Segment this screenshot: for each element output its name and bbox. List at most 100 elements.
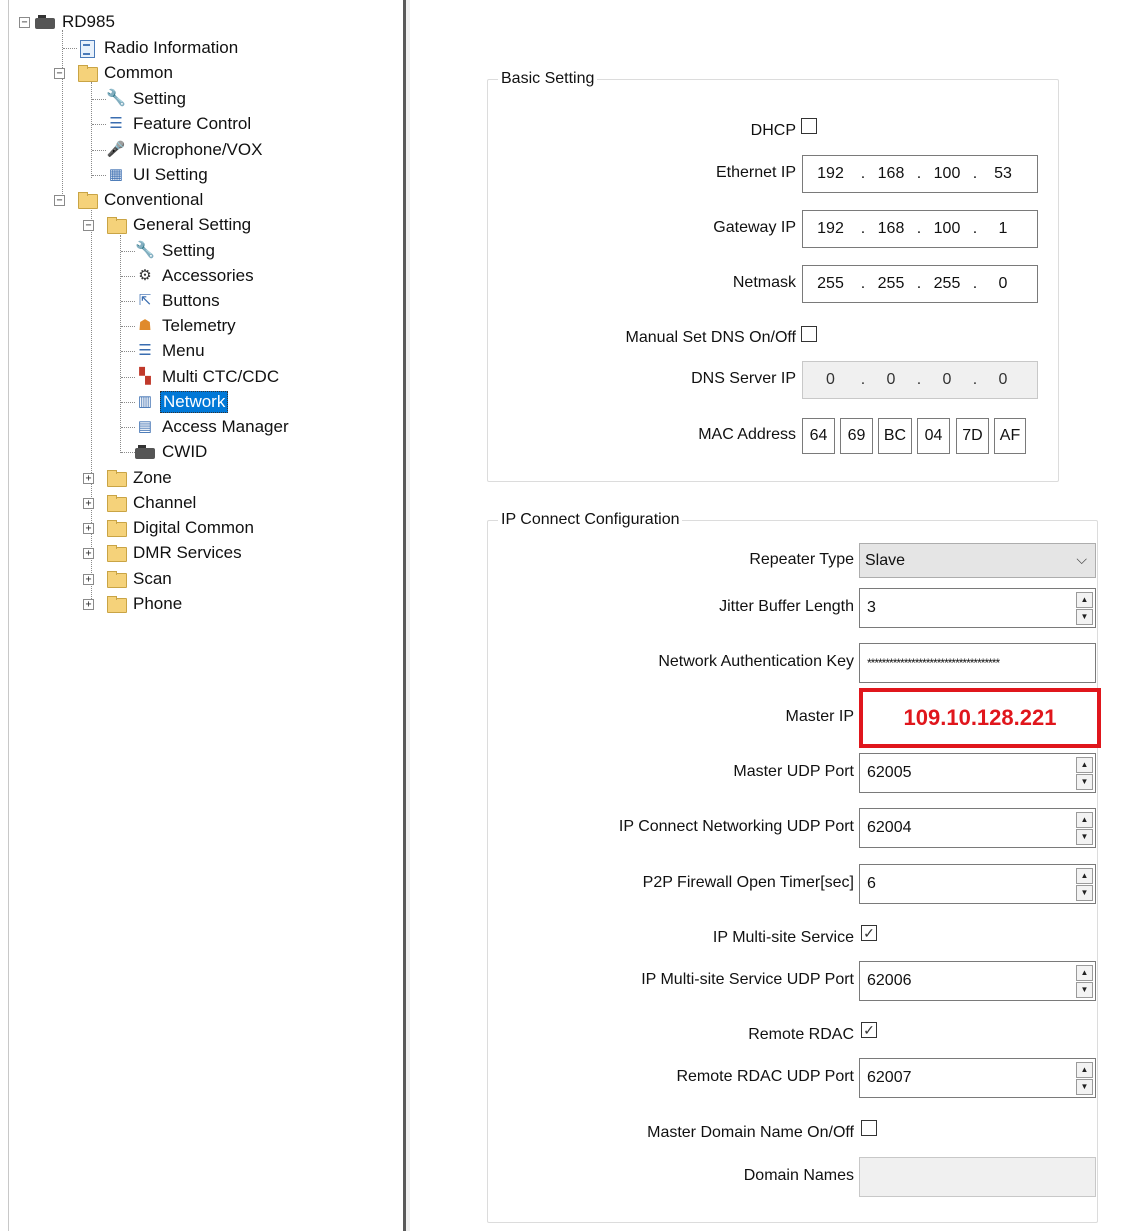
spin-down-icon[interactable]: ▼ — [1076, 982, 1093, 998]
ip-dot: . — [916, 220, 922, 237]
tree-line — [121, 326, 135, 327]
ip-dot: . — [972, 275, 978, 292]
jitter-buffer-spinner[interactable]: 3 ▲ ▼ — [859, 588, 1096, 628]
tree-node-gs-setting[interactable]: 🔧 Setting — [135, 239, 217, 263]
tree-line — [121, 402, 135, 403]
gateway-ip-field[interactable]: 192. 168. 100. 1 — [802, 210, 1038, 248]
tree-node-phone[interactable]: Phone — [106, 592, 184, 616]
dns-server-ip-field[interactable]: 0. 0. 0. 0 — [802, 361, 1038, 399]
tree-node-menu[interactable]: ☰ Menu — [135, 339, 207, 363]
ethernet-ip-field[interactable]: 192. 168. 100. 53 — [802, 155, 1038, 193]
netmask-field[interactable]: 255. 255. 255. 0 — [802, 265, 1038, 303]
spin-down-icon[interactable]: ▼ — [1076, 609, 1093, 625]
tree-node-general-setting[interactable]: General Setting — [106, 213, 253, 237]
manual-dns-checkbox[interactable] — [801, 326, 817, 342]
tree-node-conventional[interactable]: Conventional — [77, 188, 205, 212]
expand-icon[interactable]: + — [83, 523, 94, 534]
tree-node-scan[interactable]: Scan — [106, 567, 174, 591]
group-title: Basic Setting — [501, 70, 595, 87]
spinner-buttons: ▲ ▼ — [1076, 1062, 1093, 1095]
multisite-udp-port-spinner[interactable]: 62006 ▲ ▼ — [859, 961, 1096, 1001]
tree-node-dmr-services[interactable]: DMR Services — [106, 541, 244, 565]
document-icon — [77, 39, 97, 58]
tree-node-feature-control[interactable]: ☰ Feature Control — [106, 112, 253, 136]
wrench-icon: 🔧 — [135, 242, 155, 259]
tree-node-label: RD985 — [62, 12, 115, 31]
mac-octet-field[interactable]: 7D — [956, 418, 989, 454]
domain-names-field[interactable] — [859, 1157, 1096, 1197]
tree-node-common[interactable]: Common — [77, 61, 175, 85]
repeater-type-select[interactable]: Slave ⌵ — [859, 543, 1096, 578]
spin-down-icon[interactable]: ▼ — [1076, 885, 1093, 901]
expand-icon[interactable]: + — [83, 498, 94, 509]
spin-up-icon[interactable]: ▲ — [1076, 965, 1093, 981]
auth-key-field[interactable]: ************************************ — [859, 643, 1096, 683]
spin-down-icon[interactable]: ▼ — [1076, 774, 1093, 790]
tree-node-network[interactable]: ▥ Network — [135, 390, 229, 414]
spinner-value: 62005 — [867, 764, 912, 781]
multi-ctc-icon: ▚ — [139, 368, 151, 385]
tree-node-label: CWID — [162, 442, 208, 461]
domain-names-label: Domain Names — [743, 1167, 854, 1184]
tree-node-multi-ctc-cdc[interactable]: ▚ Multi CTC/CDC — [135, 365, 281, 389]
remote-rdac-udp-port-spinner[interactable]: 62007 ▲ ▼ — [859, 1058, 1096, 1098]
spin-up-icon[interactable]: ▲ — [1076, 1062, 1093, 1078]
mac-octet-field[interactable]: BC — [878, 418, 912, 454]
spin-up-icon[interactable]: ▲ — [1076, 757, 1093, 773]
access-manager-icon: ▤ — [137, 418, 153, 435]
mac-octet-field[interactable]: 04 — [917, 418, 950, 454]
tree-node-radio-information[interactable]: Radio Information — [77, 36, 240, 60]
mac-octet-field[interactable]: 64 — [802, 418, 835, 454]
tree-node-label: Access Manager — [162, 417, 289, 436]
master-udp-port-spinner[interactable]: 62005 ▲ ▼ — [859, 753, 1096, 793]
spin-down-icon[interactable]: ▼ — [1076, 1079, 1093, 1095]
expand-icon[interactable]: + — [83, 599, 94, 610]
spin-down-icon[interactable]: ▼ — [1076, 829, 1093, 845]
navigation-tree[interactable]: − RD985 Radio Information − Common 🔧 Set… — [8, 0, 404, 1231]
tree-node-accessories[interactable]: ⚙ Accessories — [135, 264, 256, 288]
master-domain-name-checkbox[interactable] — [861, 1120, 877, 1136]
spin-up-icon[interactable]: ▲ — [1076, 812, 1093, 828]
collapse-icon[interactable]: − — [54, 195, 65, 206]
expand-icon[interactable]: + — [83, 473, 94, 484]
tree-node-digital-common[interactable]: Digital Common — [106, 516, 256, 540]
tree-node-microphone-vox[interactable]: 🎤 Microphone/VOX — [106, 138, 264, 162]
ip-connect-udp-port-spinner[interactable]: 62004 ▲ ▼ — [859, 808, 1096, 848]
folder-open-icon — [77, 64, 98, 82]
collapse-icon[interactable]: − — [19, 17, 30, 28]
tree-node-label: Multi CTC/CDC — [162, 367, 280, 386]
dhcp-checkbox[interactable] — [801, 118, 817, 134]
ip-dot: . — [972, 220, 978, 237]
ip-octet: 0 — [886, 371, 896, 388]
tree-node-label: Accessories — [162, 266, 254, 285]
tree-node-label: Zone — [133, 468, 172, 487]
expand-icon[interactable]: + — [83, 574, 94, 585]
tree-node-access-manager[interactable]: ▤ Access Manager — [135, 415, 291, 439]
tree-node-ui-setting[interactable]: ▦ UI Setting — [106, 163, 210, 187]
collapse-icon[interactable]: − — [54, 68, 65, 79]
remote-rdac-checkbox[interactable]: ✓ — [861, 1022, 877, 1038]
collapse-icon[interactable]: − — [83, 220, 94, 231]
mac-octet-field[interactable]: 69 — [840, 418, 873, 454]
tree-node-telemetry[interactable]: ☗ Telemetry — [135, 314, 238, 338]
tree-node-rd985[interactable]: RD985 — [35, 10, 117, 34]
spin-up-icon[interactable]: ▲ — [1076, 592, 1093, 608]
auth-key-label: Network Authentication Key — [658, 653, 854, 670]
expand-icon[interactable]: + — [83, 548, 94, 559]
tree-node-buttons[interactable]: ⇱ Buttons — [135, 289, 222, 313]
tree-node-label: DMR Services — [133, 543, 242, 562]
ip-connect-udp-port-label: IP Connect Networking UDP Port — [618, 818, 854, 835]
master-ip-field[interactable]: 109.10.128.221 — [859, 688, 1101, 748]
tree-node-channel[interactable]: Channel — [106, 491, 198, 515]
tree-node-label: Telemetry — [162, 316, 236, 335]
mac-octet-field[interactable]: AF — [994, 418, 1026, 454]
chevron-down-icon[interactable]: ⌵ — [1076, 551, 1087, 568]
multisite-service-checkbox[interactable]: ✓ — [861, 925, 877, 941]
tree-node-common-setting[interactable]: 🔧 Setting — [106, 87, 188, 111]
tree-node-zone[interactable]: Zone — [106, 466, 174, 490]
p2p-firewall-timer-spinner[interactable]: 6 ▲ ▼ — [859, 864, 1096, 904]
tree-node-label: Network — [160, 391, 229, 413]
spin-up-icon[interactable]: ▲ — [1076, 868, 1093, 884]
tree-node-label: Phone — [133, 594, 183, 613]
tree-node-cwid[interactable]: CWID — [135, 440, 209, 464]
